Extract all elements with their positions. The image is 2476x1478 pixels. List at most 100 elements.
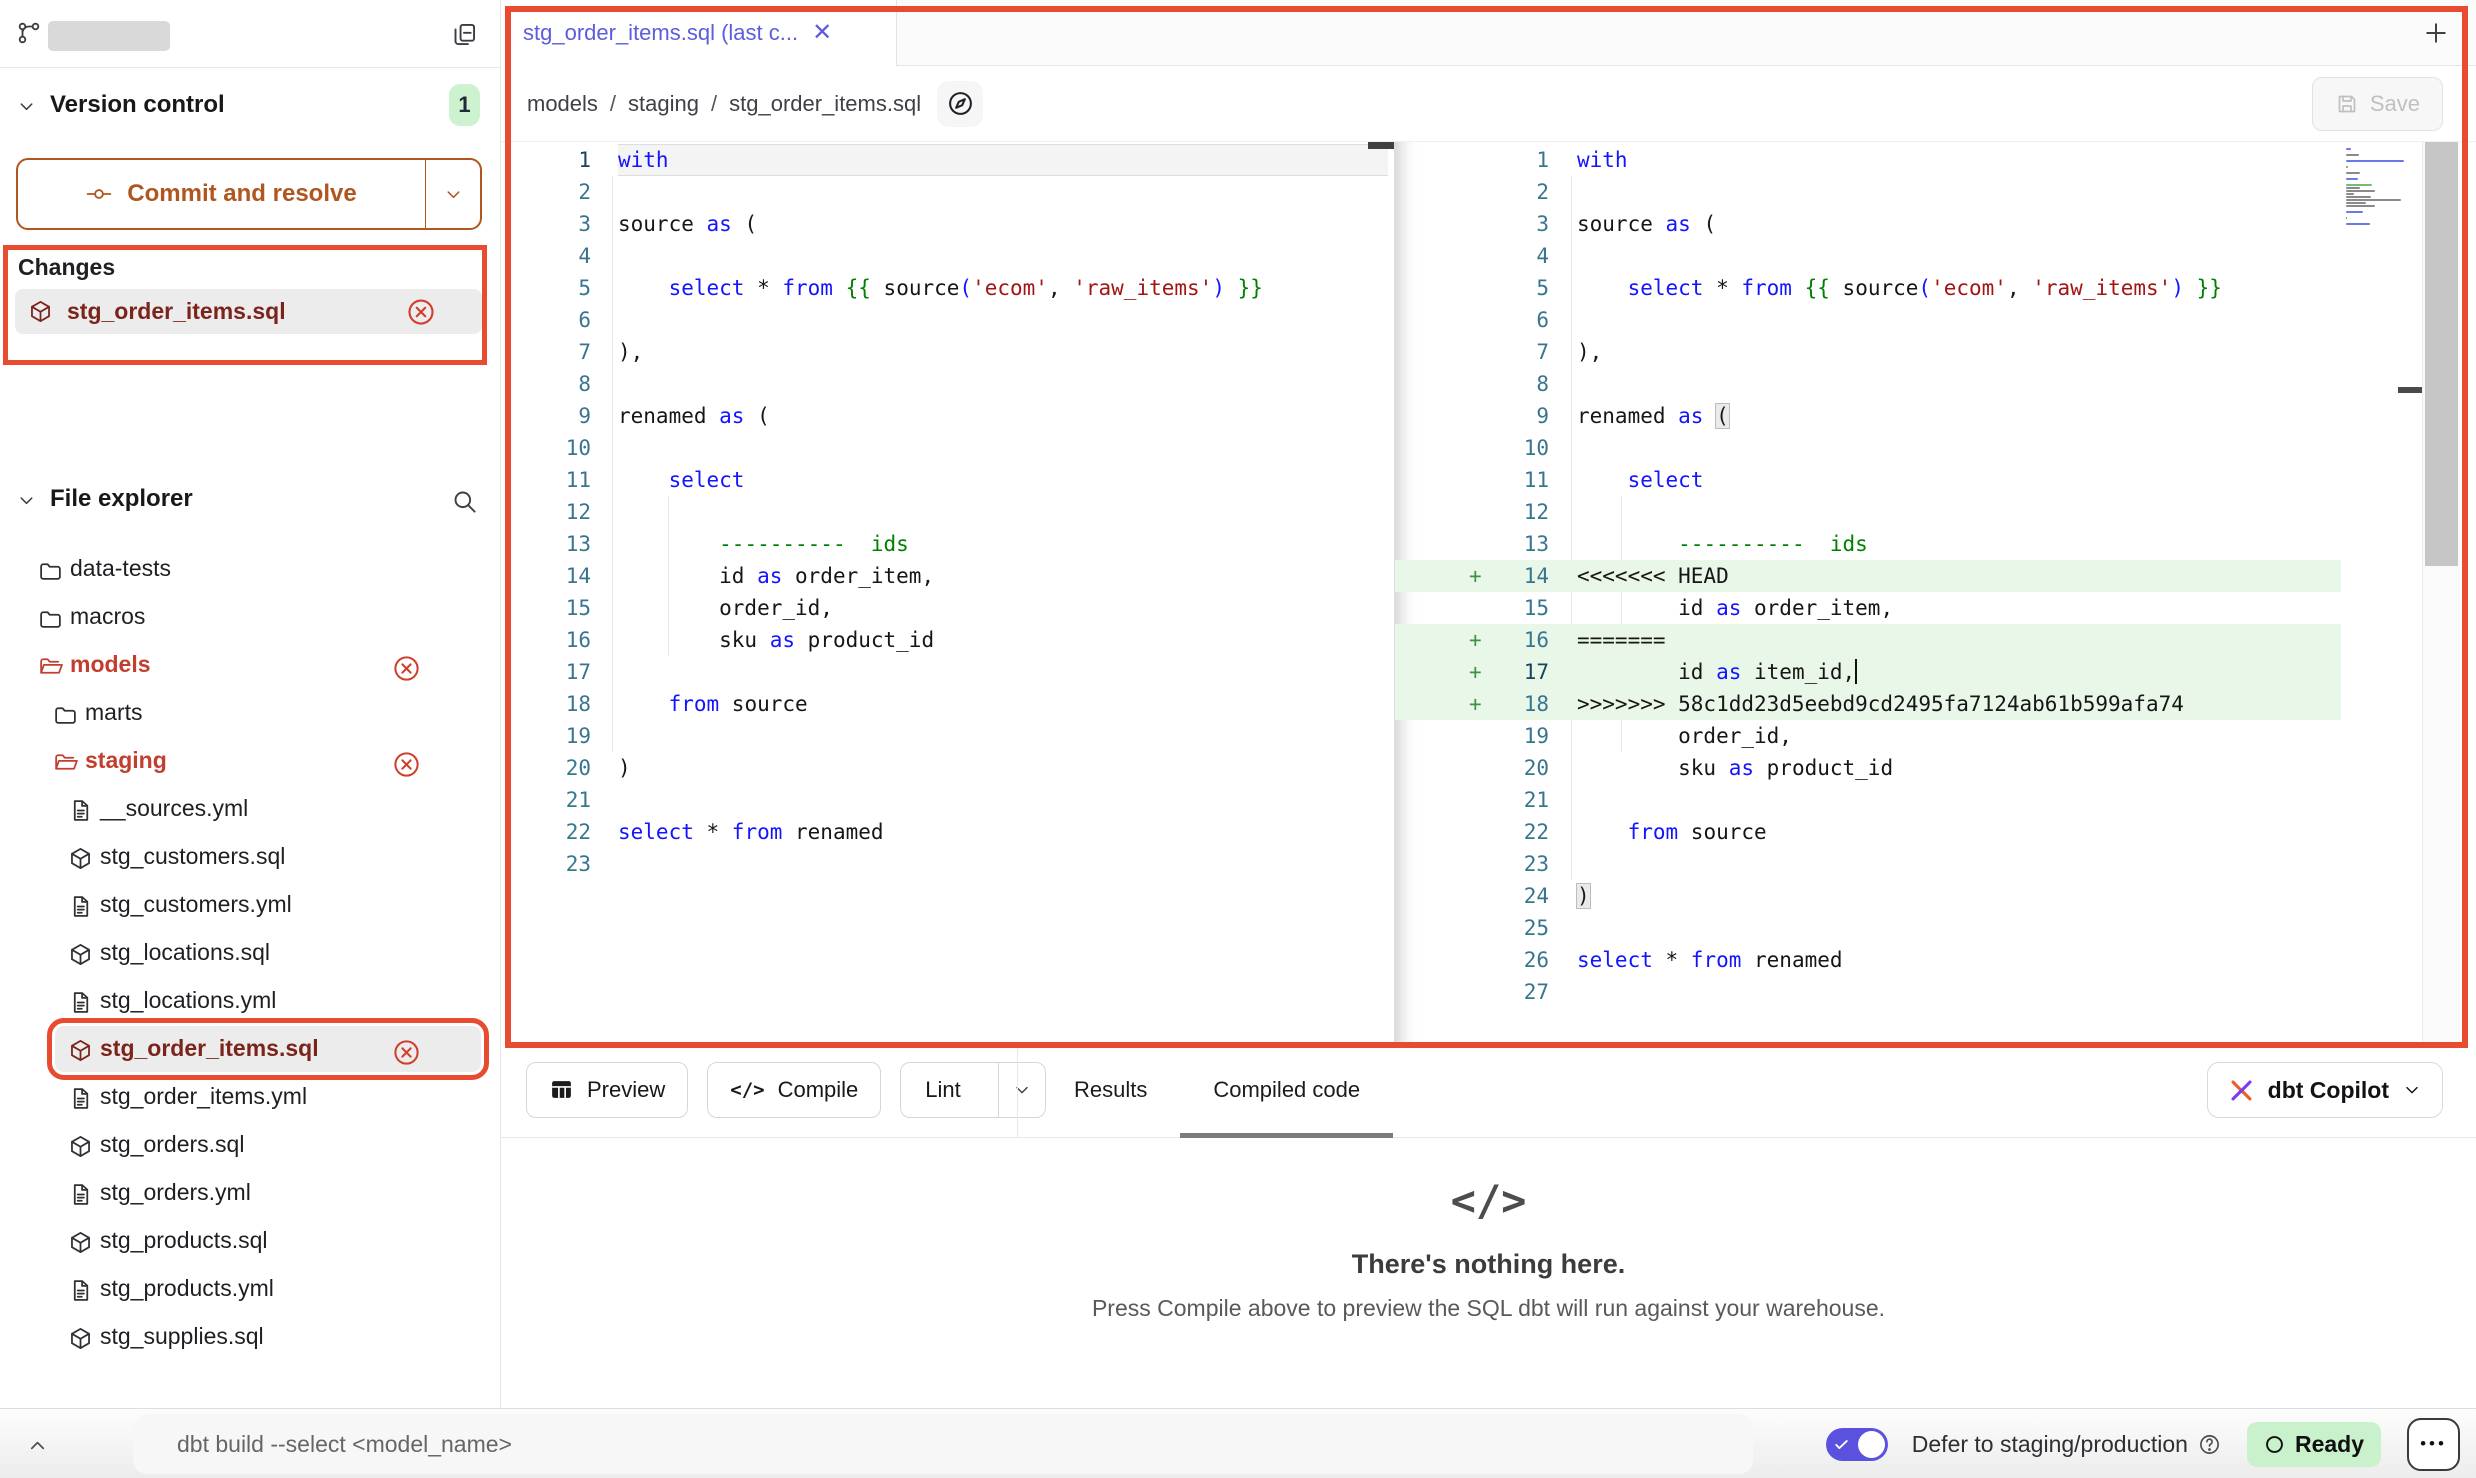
results-panel: </> There's nothing here. Press Compile … — [501, 1138, 2476, 1408]
new-tab-plus-icon[interactable] — [2422, 19, 2450, 47]
editor-pane-original[interactable]: 1with23source as (45 select * from {{ so… — [501, 142, 1395, 1042]
close-icon[interactable]: ✕ — [812, 21, 832, 45]
diff-add-marker: + — [1469, 624, 1482, 656]
circle-x-icon[interactable] — [392, 654, 421, 683]
code-line-4: 4 — [501, 240, 1388, 272]
branch-name-redacted — [48, 21, 170, 51]
file-tree: data-tests macros models martsstaging__sour… — [0, 545, 500, 1361]
editor-pane-modified[interactable]: 1with23source as (45 select * from {{ so… — [1395, 142, 2476, 1042]
commit-and-resolve-main[interactable]: Commit and resolve — [18, 160, 426, 228]
code-line-14: 14+<<<<<<< HEAD — [1395, 560, 2341, 592]
code-line-13: 13 ---------- ids — [501, 528, 1388, 560]
circle-x-icon[interactable] — [392, 750, 421, 779]
status-bar-right: Defer to staging/production Ready ••• — [1826, 1409, 2460, 1478]
toggle-knob — [1858, 1431, 1885, 1458]
diff-add-marker: + — [1469, 560, 1482, 592]
lint-label[interactable]: Lint — [901, 1063, 984, 1117]
code-line-1: 1with — [501, 144, 1388, 176]
code-line-2: 2 — [1395, 176, 2341, 208]
model-cube-icon — [68, 1326, 93, 1351]
command-input[interactable]: dbt build --select <model_name> — [133, 1414, 1753, 1474]
changes-heading: Changes — [18, 254, 115, 281]
file-tree-item-stg_products.yml[interactable]: stg_products.yml — [0, 1265, 500, 1313]
file-tree-item-__sources.yml[interactable]: __sources.yml — [0, 785, 500, 833]
code-line-27: 27 — [1395, 976, 2341, 1008]
changes-count-badge: 1 — [449, 84, 480, 126]
folder-icon — [53, 702, 78, 727]
file-tree-item-stg_supplies.sql[interactable]: stg_supplies.sql — [0, 1313, 500, 1361]
file-tree-item-stg_orders.sql[interactable]: stg_orders.sql — [0, 1121, 500, 1169]
results-tab-results[interactable]: Results — [1041, 1042, 1180, 1138]
code-line-4: 4 — [1395, 240, 2341, 272]
compile-button[interactable]: </> Compile — [707, 1062, 881, 1118]
file-tree-item-macros[interactable]: macros — [0, 593, 500, 641]
commit-options-chevron[interactable] — [426, 160, 480, 228]
changed-file-row[interactable]: stg_order_items.sql — [15, 289, 482, 334]
file-tree-item-models[interactable]: models — [0, 641, 500, 689]
code-line-11: 11 select — [501, 464, 1388, 496]
defer-toggle[interactable] — [1826, 1428, 1888, 1461]
code-line-15: 15 order_id, — [501, 592, 1388, 624]
code-line-9: 9renamed as ( — [501, 400, 1388, 432]
code-line-16: 16+======= — [1395, 624, 2341, 656]
lint-button[interactable]: Lint — [900, 1062, 1045, 1118]
more-options-button[interactable]: ••• — [2407, 1418, 2460, 1471]
tab-label: stg_order_items.sql (last c... — [523, 20, 798, 46]
status-bar: dbt build --select <model_name> Defer to… — [0, 1408, 2476, 1478]
page-scrollbar-thumb[interactable] — [2425, 142, 2458, 566]
file-tree-item-stg_orders.yml[interactable]: stg_orders.yml — [0, 1169, 500, 1217]
floppy-icon — [2335, 92, 2359, 116]
code-line-26: 26select * from renamed — [1395, 944, 2341, 976]
results-tab-compiled-code[interactable]: Compiled code — [1180, 1042, 1393, 1138]
file-tree-item-stg_customers.sql[interactable]: stg_customers.sql — [0, 833, 500, 881]
search-icon[interactable] — [451, 488, 478, 515]
chevron-up-icon[interactable] — [26, 1434, 49, 1457]
circle-x-icon[interactable] — [406, 297, 436, 327]
left-pane-scrollbar[interactable] — [1368, 142, 1394, 149]
minimap-line — [2346, 205, 2375, 207]
file-tree-item-stg_products.sql[interactable]: stg_products.sql — [0, 1217, 500, 1265]
minimap-line — [2346, 214, 2406, 217]
preview-button[interactable]: Preview — [526, 1062, 688, 1118]
file-label: stg_orders.sql — [100, 1131, 244, 1158]
save-button[interactable]: Save — [2312, 77, 2443, 131]
copy-icon[interactable] — [451, 21, 478, 48]
commit-and-resolve-button[interactable]: Commit and resolve — [16, 158, 482, 230]
right-pane-scrollbar[interactable] — [2398, 387, 2423, 393]
file-tree-item-stg_customers.yml[interactable]: stg_customers.yml — [0, 881, 500, 929]
results-tabs: ResultsCompiled code — [1041, 1042, 1393, 1138]
code-line-25: 25 — [1395, 912, 2341, 944]
file-tree-item-marts[interactable]: marts — [0, 689, 500, 737]
minimap[interactable] — [2346, 148, 2406, 229]
minimap-line — [2346, 202, 2366, 204]
compass-icon[interactable] — [937, 81, 983, 127]
breadcrumb-separator: / — [610, 91, 616, 117]
page-scrollbar-track[interactable] — [2422, 142, 2460, 1042]
version-control-section-header[interactable]: Version control 1 — [0, 84, 500, 130]
file-tree-item-stg_order_items.sql[interactable]: stg_order_items.sql — [0, 1025, 500, 1073]
file-tree-item-staging[interactable]: staging — [0, 737, 500, 785]
breadcrumb-separator: / — [711, 91, 717, 117]
lint-options-chevron[interactable] — [998, 1063, 1045, 1117]
file-label: models — [70, 651, 151, 678]
model-cube-icon — [28, 299, 53, 324]
code-line-3: 3source as ( — [1395, 208, 2341, 240]
file-tree-item-stg_order_items.yml[interactable]: stg_order_items.yml — [0, 1073, 500, 1121]
file-explorer-section-header[interactable]: File explorer — [0, 478, 500, 528]
model-cube-icon — [68, 942, 93, 967]
file-label: macros — [70, 603, 145, 630]
help-icon[interactable] — [2198, 1433, 2221, 1456]
file-tree-item-stg_locations.yml[interactable]: stg_locations.yml — [0, 977, 500, 1025]
circle-x-icon[interactable] — [392, 1038, 421, 1067]
file-tree-item-data-tests[interactable]: data-tests — [0, 545, 500, 593]
tab-stg-order-items[interactable]: stg_order_items.sql (last c... ✕ — [501, 0, 897, 66]
folder-icon — [38, 606, 63, 631]
commit-icon — [86, 181, 112, 207]
code-line-17: 17 — [501, 656, 1388, 688]
dbt-copilot-button[interactable]: dbt Copilot — [2207, 1062, 2443, 1118]
folder-open-icon — [38, 654, 63, 679]
changed-file-label: stg_order_items.sql — [67, 298, 286, 325]
file-tree-item-stg_locations.sql[interactable]: stg_locations.sql — [0, 929, 500, 977]
code-line-18: 18+>>>>>>> 58c1dd23d5eebd9cd2495fa7124ab… — [1395, 688, 2341, 720]
file-label: data-tests — [70, 555, 171, 582]
